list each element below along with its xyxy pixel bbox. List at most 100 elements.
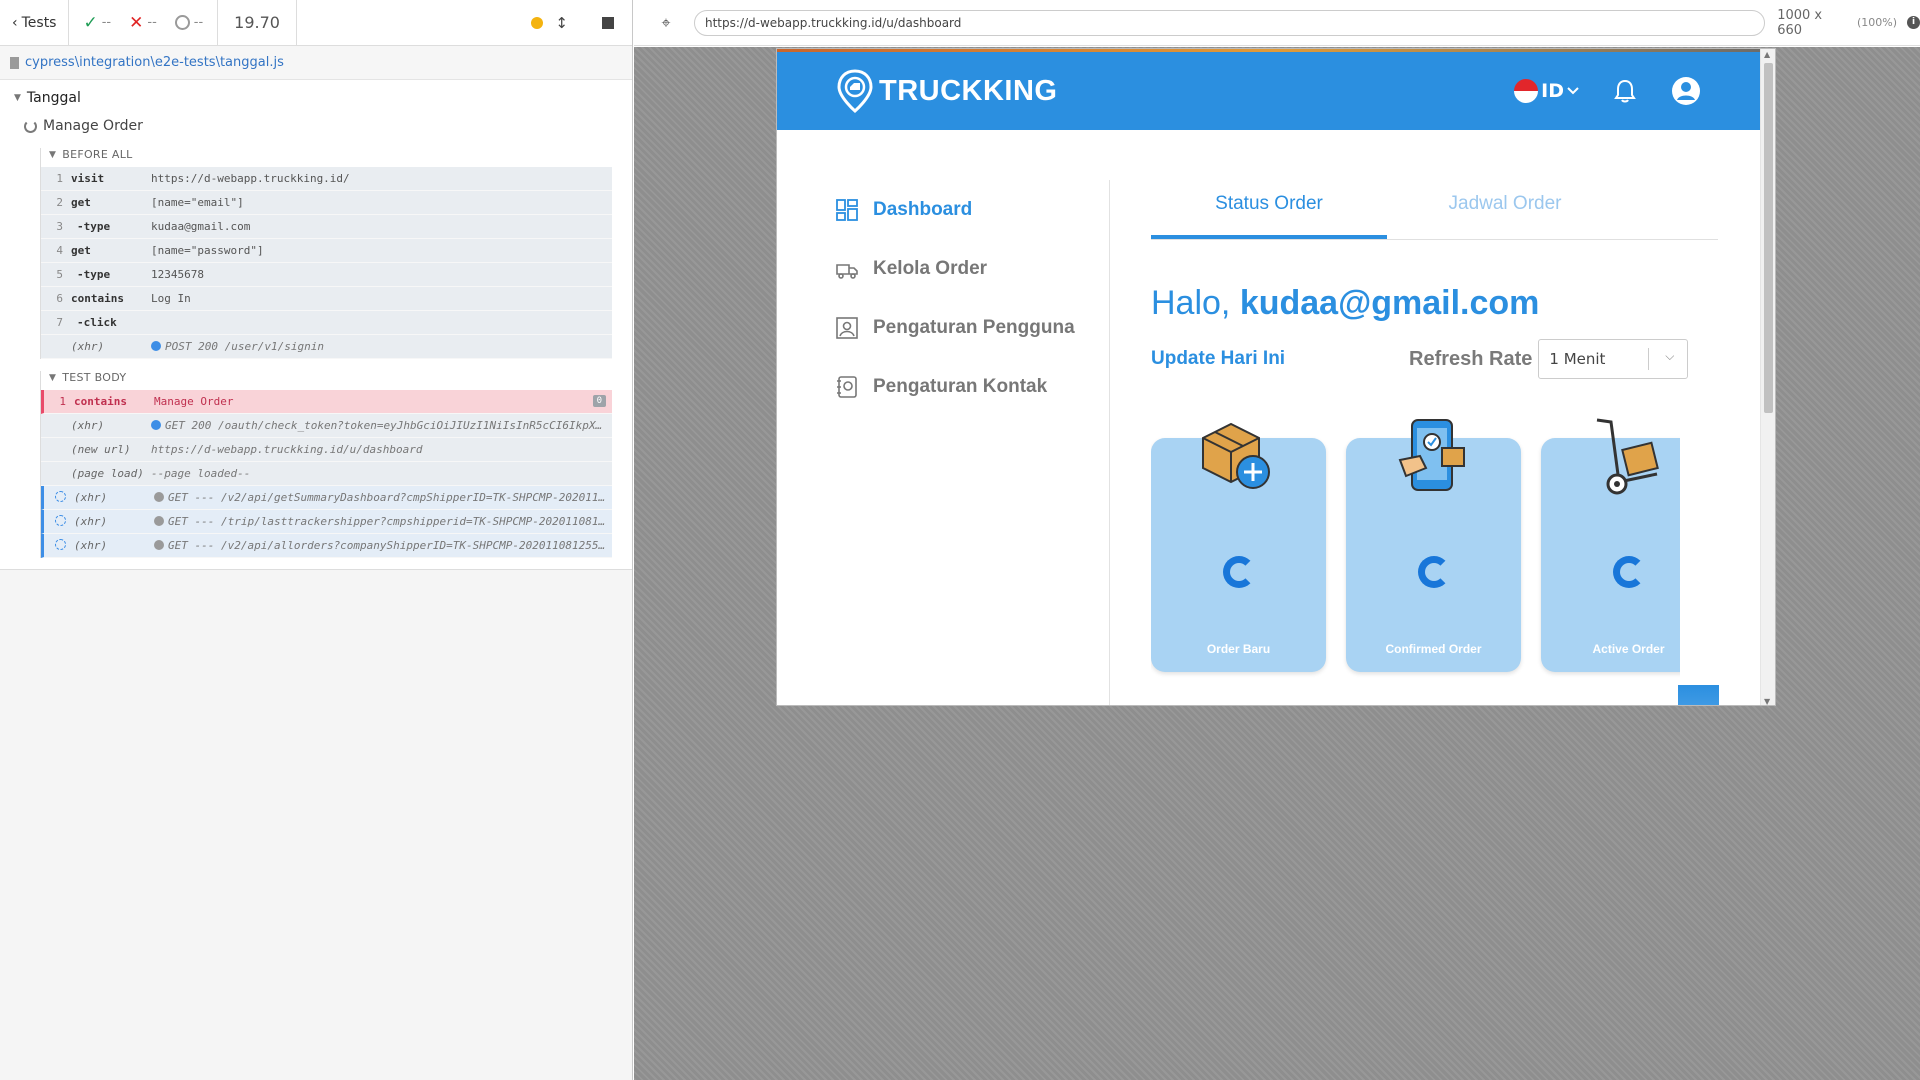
stop-button[interactable] [602, 16, 614, 29]
command-message: POST 200 /user/v1/signin [151, 340, 612, 353]
scroll-thumb[interactable] [1764, 63, 1773, 413]
app-iframe: TRUCKKING ID Dashboard Kelola Order Pengat… [776, 48, 1776, 706]
file-icon [10, 56, 19, 69]
command-row[interactable]: (page load) --page loaded-- [41, 462, 612, 486]
card-order-baru[interactable]: Order Baru [1151, 422, 1326, 672]
command-row[interactable]: 2 get [name="email"] [41, 191, 612, 215]
sidebar-item-pengaturan-kontak[interactable]: Pengaturan Kontak [777, 357, 1109, 416]
cypress-reporter: ‹ Tests ✓ -- ✕ -- -- 19.70 ↕ cypress\integ… [0, 0, 633, 1080]
reporter-header: ‹ Tests ✓ -- ✕ -- -- 19.70 ↕ [0, 0, 632, 46]
app-navbar: TRUCKKING ID [777, 52, 1775, 130]
duration: 19.70 [218, 0, 297, 45]
pending-spinner-icon [55, 490, 66, 502]
user-card-icon [836, 316, 858, 339]
command-list: 1 visit https://d-webapp.truckking.id/2 get… [41, 167, 612, 359]
passed-stat: ✓ -- [83, 12, 112, 33]
refresh-rate-select[interactable]: 1 Menit ⌵ [1538, 339, 1689, 379]
command-message: Log In [151, 292, 191, 305]
command-name: (new url) [71, 443, 131, 456]
command-message: GET --- /v2/api/allorders?companyShipper… [154, 539, 612, 552]
sidebar-item-kelola-order[interactable]: Kelola Order [777, 239, 1109, 298]
command-message: GET --- /v2/api/getSummaryDashboard?cmpS… [154, 491, 612, 504]
bell-icon[interactable] [1613, 78, 1637, 104]
xhr-status-dot-icon [154, 492, 164, 502]
hook-title[interactable]: ▼ BEFORE ALL [41, 148, 612, 167]
box-plus-icon [1202, 422, 1270, 489]
xhr-status-dot-icon [151, 341, 161, 351]
command-row[interactable]: (xhr) GET --- /trip/lasttrackershipper?cm… [41, 510, 612, 534]
card-confirmed-order[interactable]: Confirmed Order [1346, 419, 1521, 672]
info-icon[interactable]: i [1907, 16, 1920, 29]
tab-jadwal-order[interactable]: Jadwal Order [1387, 180, 1623, 239]
command-row[interactable]: 3 -type kudaa@gmail.com [41, 215, 612, 239]
scroll-down-icon[interactable]: ▼ [1764, 697, 1770, 705]
command-name: -type [77, 268, 111, 281]
brand-logo[interactable]: TRUCKKING [837, 69, 1058, 113]
command-name: (page load) [71, 467, 144, 480]
reporter-controls: ↕ [513, 0, 632, 45]
test-title[interactable]: Manage Order [0, 106, 632, 134]
command-row[interactable]: 1 contains Manage Order 0 [41, 390, 612, 414]
sidebar-item-pengaturan-pengguna[interactable]: Pengaturan Pengguna [777, 298, 1109, 357]
selector-playground-icon[interactable]: ⌖ [654, 13, 678, 33]
caret-down-icon: ▼ [49, 149, 57, 160]
tab-status-order[interactable]: Status Order [1151, 180, 1387, 239]
auto-scroll-toggle-icon[interactable]: ↕ [555, 14, 568, 32]
running-indicator-icon [531, 16, 544, 29]
pending-spinner-icon [55, 514, 66, 526]
dashboard-content: Status Order Jadwal Order Halo, kudaa@gm… [1151, 180, 1719, 705]
loading-spinner-icon [1418, 556, 1450, 588]
command-name: visit [71, 172, 105, 185]
failed-stat: ✕ -- [129, 12, 157, 33]
language-selector[interactable]: ID [1514, 79, 1579, 103]
chevron-left-icon: ‹ [12, 14, 18, 31]
hook-title[interactable]: ▼ TEST BODY [41, 371, 612, 390]
truck-icon [836, 263, 858, 279]
command-message: kudaa@gmail.com [151, 220, 251, 233]
loading-spinner-icon [1613, 556, 1645, 588]
sidebar-item-dashboard[interactable]: Dashboard [777, 180, 1109, 239]
command-message: [name="email"] [151, 196, 244, 209]
app-scrollbar[interactable]: ▲ ▼ [1760, 49, 1775, 705]
update-today-label: Update Hari Ini [1151, 348, 1286, 369]
command-row[interactable]: 5 -type 12345678 [41, 263, 612, 287]
test-stats: ✓ -- ✕ -- -- [69, 0, 219, 45]
aut-header: ⌖ https://d-webapp.truckking.id/u/dashbo… [634, 0, 1920, 46]
order-status-cards: Order Baru Confirmed Order Active Order [1151, 405, 1680, 705]
suite-title[interactable]: ▼ Tanggal [0, 80, 632, 106]
command-name: contains [71, 292, 124, 305]
command-name: (xhr) [74, 515, 108, 528]
card-active-order[interactable]: Active Order [1541, 418, 1680, 672]
back-label: Tests [21, 14, 57, 31]
command-row[interactable]: 4 get [name="password"] [41, 239, 612, 263]
circle-icon [174, 15, 190, 30]
chevron-down-icon: ⌵ [1665, 349, 1675, 363]
command-row[interactable]: (xhr) GET 200 /oauth/check_token?token=ey… [41, 414, 612, 438]
command-message: Manage Order [154, 395, 234, 408]
phone-confirm-icon [1398, 419, 1465, 491]
pending-stat: -- [174, 15, 203, 30]
scroll-up-icon[interactable]: ▲ [1764, 50, 1770, 59]
dashboard-grid-icon [836, 198, 858, 221]
command-row[interactable]: (xhr) POST 200 /user/v1/signin [41, 335, 612, 359]
user-account-icon[interactable] [1671, 76, 1701, 106]
command-row[interactable]: 6 contains Log In [41, 287, 612, 311]
app-main: Dashboard Kelola Order Pengaturan Pengguna… [777, 130, 1760, 705]
command-row[interactable]: 1 visit https://d-webapp.truckking.id/ [41, 167, 612, 191]
hook-before-all: ▼ BEFORE ALL 1 visit https://d-webapp.truck… [40, 148, 612, 359]
command-name: contains [74, 395, 127, 408]
back-to-tests-button[interactable]: ‹ Tests [0, 0, 70, 45]
command-row[interactable]: 7 -click [41, 311, 612, 335]
running-spinner-icon [24, 119, 37, 133]
spec-file-link[interactable]: cypress\integration\e2e-tests\tanggal.js [0, 46, 632, 80]
command-name: -click [77, 316, 117, 329]
caret-down-icon: ▼ [49, 372, 57, 383]
greeting-user: kudaa@gmail.com [1239, 284, 1540, 322]
command-row[interactable]: (xhr) GET --- /v2/api/getSummaryDashboard… [41, 486, 612, 510]
command-message: https://d-webapp.truckking.id/u/dashboar… [151, 443, 423, 456]
command-row[interactable]: (new url) https://d-webapp.truckking.id/u… [41, 438, 612, 462]
command-name: -type [77, 220, 111, 233]
command-message: https://d-webapp.truckking.id/ [151, 172, 350, 185]
command-row[interactable]: (xhr) GET --- /v2/api/allorders?companySh… [41, 534, 612, 558]
greeting: Halo, kudaa@gmail.com [1151, 284, 1540, 322]
